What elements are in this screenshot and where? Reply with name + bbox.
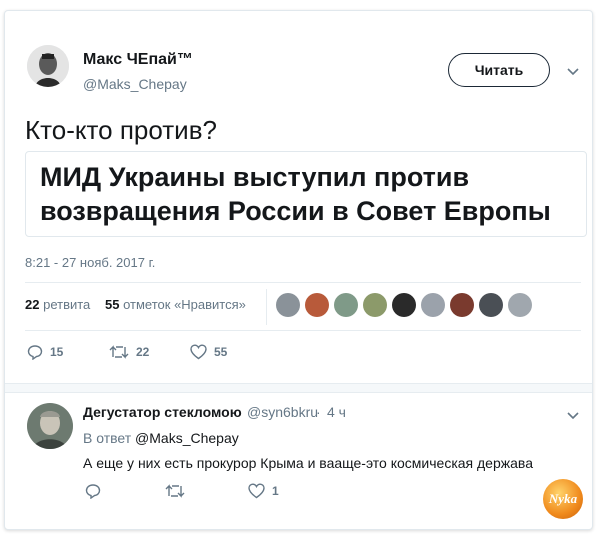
- reply-handle[interactable]: @syn6bkru: [247, 404, 318, 420]
- author-avatar[interactable]: [27, 45, 69, 87]
- like-action[interactable]: 55: [190, 344, 227, 360]
- reply-icon: [85, 484, 101, 499]
- liker-avatar[interactable]: [392, 293, 416, 317]
- reply-separator: [5, 383, 592, 393]
- reply-icon: [27, 345, 43, 360]
- reply-retweet-action[interactable]: [165, 483, 185, 499]
- reply-reply-action[interactable]: [85, 483, 101, 499]
- liker-avatar[interactable]: [508, 293, 532, 317]
- reply-like-action[interactable]: 1: [248, 483, 279, 499]
- liker-avatar[interactable]: [421, 293, 445, 317]
- divider: [25, 330, 581, 331]
- chevron-down-icon[interactable]: [567, 63, 579, 79]
- watermark-logo: Nyka: [543, 479, 583, 519]
- retweet-action[interactable]: 22: [109, 344, 149, 360]
- liker-avatar[interactable]: [450, 293, 474, 317]
- liker-avatar[interactable]: [334, 293, 358, 317]
- tweet-text: Кто-кто против?: [25, 115, 217, 145]
- author-handle[interactable]: @Maks_Chepay: [83, 76, 187, 92]
- liker-avatars: [276, 293, 532, 317]
- likes-stat[interactable]: 55 отметок «Нравится»: [105, 297, 246, 312]
- author-display-name[interactable]: Макс ЧЕпай™: [83, 51, 193, 69]
- divider: [25, 282, 581, 283]
- liker-avatar[interactable]: [363, 293, 387, 317]
- reply-text: А еще у них есть прокурор Крыма и вааще-…: [83, 455, 533, 471]
- in-reply-to: В ответ @Maks_Chepay: [83, 430, 239, 446]
- reply-time[interactable]: 4 ч: [327, 404, 346, 420]
- liker-avatar[interactable]: [276, 293, 300, 317]
- liker-avatar[interactable]: [305, 293, 329, 317]
- liker-avatar[interactable]: [479, 293, 503, 317]
- quoted-headline: МИД Украины выступил против возвращения …: [40, 162, 551, 226]
- retweets-stat[interactable]: 22 ретвита: [25, 297, 90, 312]
- tweet-card: Макс ЧЕпай™ @Maks_Chepay Читать Кто-кто …: [4, 10, 593, 530]
- tweet-timestamp[interactable]: 8:21 - 27 нояб. 2017 г.: [25, 255, 155, 270]
- reply-avatar[interactable]: [27, 403, 73, 449]
- in-reply-mention[interactable]: @Maks_Chepay: [135, 430, 239, 446]
- likes-count: 55: [105, 297, 120, 312]
- reply-separator-dot: ·: [316, 404, 321, 420]
- quoted-card[interactable]: МИД Украины выступил против возвращения …: [25, 151, 587, 237]
- reply-chevron-down-icon[interactable]: [567, 407, 579, 423]
- heart-icon: [190, 344, 207, 360]
- in-reply-prefix: В ответ: [83, 430, 132, 446]
- retweet-icon: [165, 484, 185, 498]
- retweet-count: 22: [136, 345, 150, 359]
- retweet-icon: [109, 345, 129, 359]
- reply-count: 15: [50, 345, 64, 359]
- like-count: 55: [214, 345, 228, 359]
- reply-display-name[interactable]: Дегустатор стекломою: [83, 404, 242, 420]
- reply-like-count: 1: [272, 484, 279, 498]
- heart-icon: [248, 483, 265, 499]
- stats-divider: [266, 289, 267, 325]
- retweets-label: ретвита: [43, 297, 91, 312]
- reply-action[interactable]: 15: [27, 344, 63, 360]
- retweets-count: 22: [25, 297, 40, 312]
- likes-label: отметок «Нравится»: [123, 297, 246, 312]
- follow-button[interactable]: Читать: [448, 53, 550, 87]
